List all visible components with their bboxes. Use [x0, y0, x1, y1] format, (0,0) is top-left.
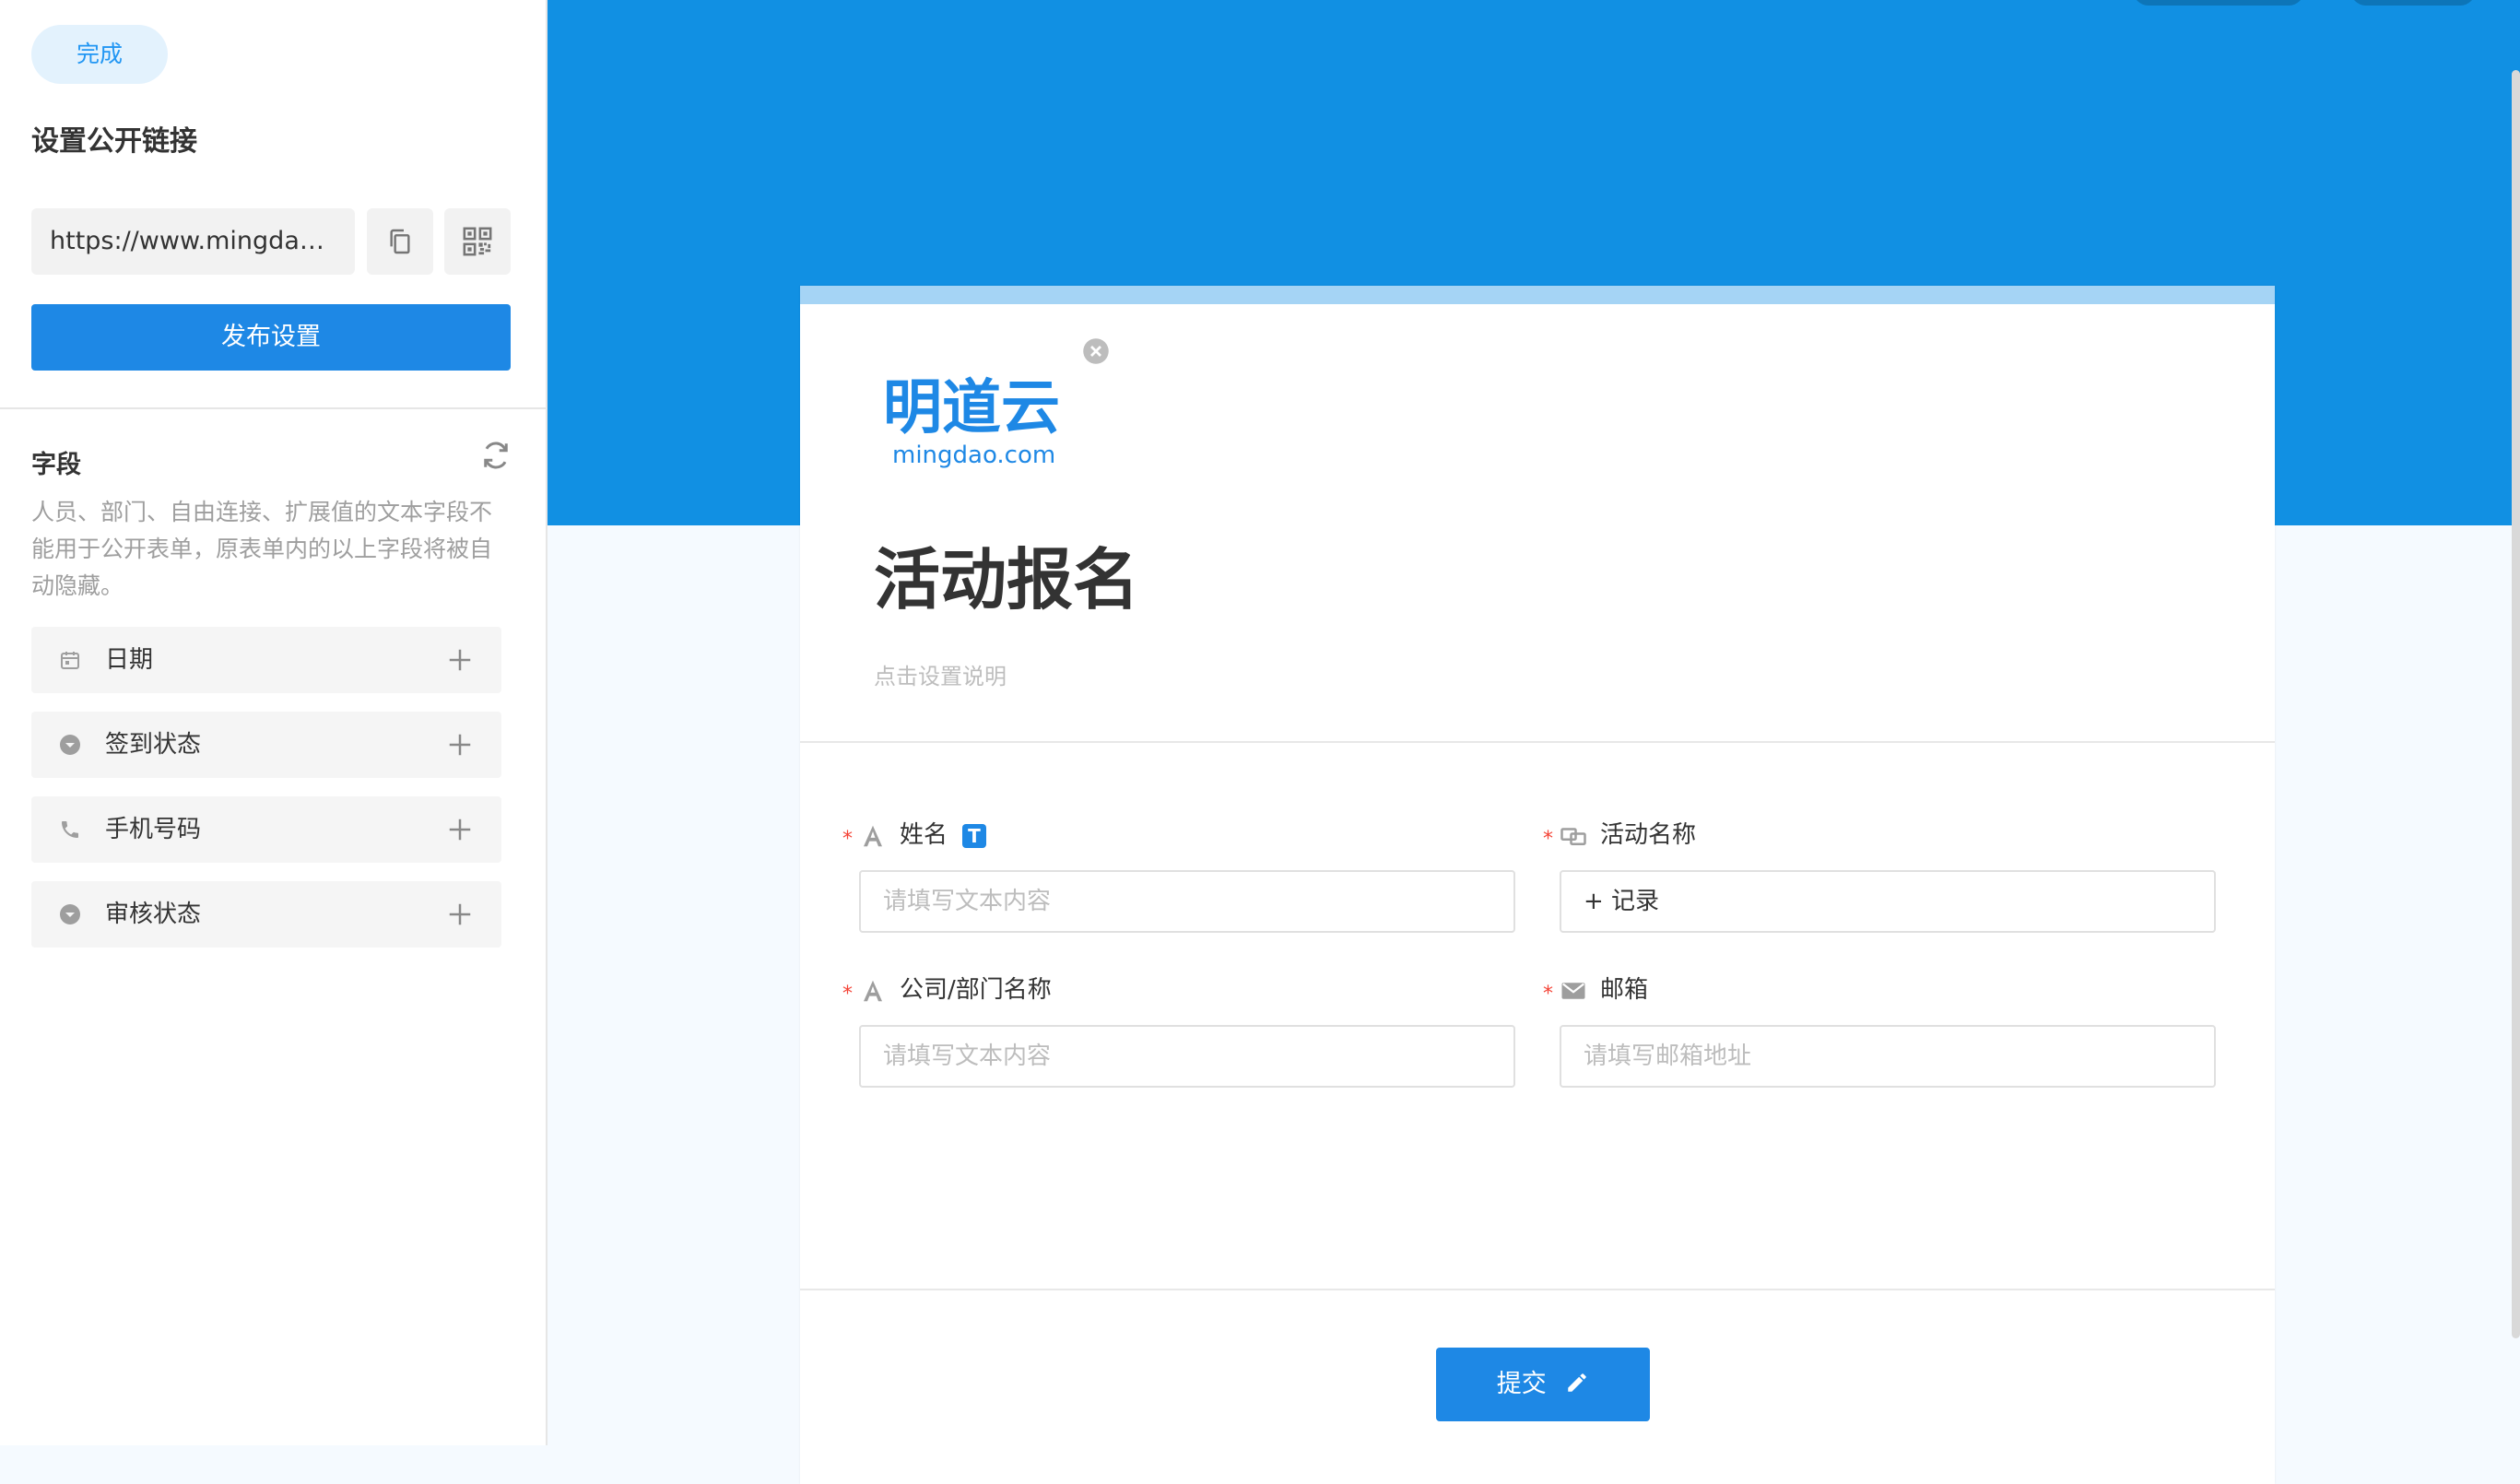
field-label: 邮箱	[1600, 976, 1649, 1004]
refresh-icon[interactable]	[479, 439, 512, 472]
footer-divider	[800, 1289, 2275, 1290]
required-marker: *	[1543, 983, 1553, 1006]
hidden-field-checkin-status[interactable]: 签到状态	[31, 712, 501, 778]
email-input[interactable]	[1560, 1025, 2216, 1088]
settings-sidebar: 完成 设置公开链接 https://www.mingdao.com/public…	[0, 0, 548, 1445]
header-divider	[800, 741, 2275, 743]
text-icon	[864, 825, 882, 847]
sidebar-title: 设置公开链接	[31, 125, 197, 158]
add-icon[interactable]	[446, 816, 474, 843]
add-icon[interactable]	[446, 731, 474, 759]
dropdown-icon	[60, 735, 80, 755]
mingdao-logo: 明道云 mingdao.com	[883, 374, 1060, 469]
form-preview-area: 明道云 mingdao.com 活动报名 点击设置说明 * 姓名 T *	[548, 0, 2520, 1484]
publish-settings-button[interactable]: 发布设置	[31, 304, 511, 371]
hidden-field-label: 日期	[105, 646, 154, 674]
qrcode-icon	[463, 227, 492, 256]
name-input[interactable]	[859, 870, 1515, 933]
relation-icon	[1560, 828, 1586, 845]
scrollbar[interactable]	[2512, 70, 2520, 1338]
hidden-field-phone[interactable]: 手机号码	[31, 796, 501, 863]
sidebar-divider	[0, 407, 546, 409]
field-label: 姓名	[900, 821, 948, 849]
dropdown-icon	[60, 904, 80, 925]
submit-button[interactable]: 提交	[1436, 1348, 1650, 1421]
required-marker: *	[842, 828, 853, 851]
public-link-field[interactable]: https://www.mingdao.com/public/form/8f3a…	[31, 208, 355, 275]
email-icon	[1561, 983, 1585, 999]
header-action-button[interactable]	[2350, 0, 2476, 6]
add-record-button[interactable]: + 记录	[1560, 870, 2216, 933]
copy-icon	[390, 229, 410, 254]
fields-section-title: 字段	[31, 451, 81, 479]
hidden-field-review-status[interactable]: 审核状态	[31, 881, 501, 948]
hidden-field-date[interactable]: 日期	[31, 627, 501, 693]
fields-description: 人员、部门、自由连接、扩展值的文本字段不能用于公开表单，原表单内的以上字段将被自…	[31, 499, 493, 599]
field-label: 公司/部门名称	[900, 976, 1052, 1004]
svg-text:明道云: 明道云	[883, 374, 1060, 442]
submit-label: 提交	[1496, 1370, 1547, 1398]
calendar-icon	[61, 652, 79, 669]
form-title[interactable]: 活动报名	[874, 525, 1139, 622]
add-icon[interactable]	[446, 901, 474, 928]
field-label: 活动名称	[1600, 821, 1697, 849]
required-marker: *	[842, 983, 853, 1006]
done-button[interactable]: 完成	[31, 25, 168, 84]
card-accent-bar	[800, 286, 2275, 304]
header-action-button[interactable]	[2133, 0, 2304, 6]
form-description[interactable]: 点击设置说明	[874, 658, 1007, 690]
title-field-badge: T	[962, 824, 986, 848]
copy-link-button[interactable]	[367, 208, 433, 275]
qrcode-button[interactable]	[444, 208, 511, 275]
pencil-icon	[1568, 1372, 1587, 1392]
text-icon	[864, 980, 882, 1002]
hidden-field-label: 签到状态	[105, 731, 202, 759]
remove-logo-icon[interactable]	[1082, 337, 1110, 365]
svg-text:mingdao.com: mingdao.com	[892, 442, 1055, 469]
hidden-field-label: 审核状态	[105, 901, 202, 928]
add-icon[interactable]	[446, 646, 474, 674]
required-marker: *	[1543, 828, 1553, 851]
phone-icon	[62, 821, 78, 838]
form-card: 明道云 mingdao.com 活动报名 点击设置说明 * 姓名 T *	[800, 286, 2275, 1484]
company-input[interactable]	[859, 1025, 1515, 1088]
hidden-field-label: 手机号码	[105, 816, 202, 843]
